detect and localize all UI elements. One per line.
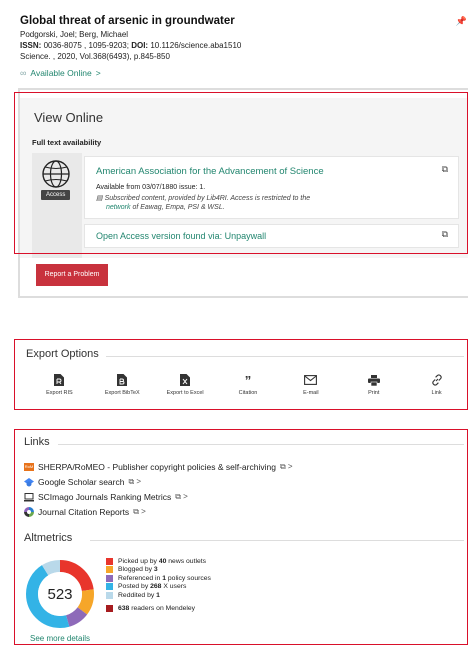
doi-label: DOI: bbox=[131, 41, 149, 50]
view-online-highlight bbox=[14, 92, 468, 254]
record-identifiers: ISSN: 0036-8075 , 1095-9203; DOI: 10.112… bbox=[20, 40, 460, 51]
available-online-link[interactable]: ∞ Available Online > bbox=[20, 68, 460, 78]
chevron-right-icon: > bbox=[95, 68, 101, 78]
doi-value: 10.1126/science.aba1510 bbox=[148, 41, 242, 50]
available-online-label: Available Online bbox=[30, 68, 92, 78]
report-problem-button[interactable]: Report a Problem bbox=[36, 264, 108, 286]
record-title: Global threat of arsenic in groundwater bbox=[20, 15, 235, 27]
chain-link-icon: ∞ bbox=[20, 68, 27, 78]
links-highlight bbox=[14, 429, 468, 645]
export-highlight bbox=[14, 339, 468, 410]
issn-label: ISSN: bbox=[20, 41, 42, 50]
record-header: Global threat of arsenic in groundwater … bbox=[20, 14, 460, 78]
record-source: Science. , 2020, Vol.368(6493), p.845-85… bbox=[20, 52, 170, 61]
record-authors: Podgorski, Joel; Berg, Michael bbox=[20, 30, 129, 39]
issn-value: 0036-8075 , 1095-9203; bbox=[41, 41, 132, 50]
